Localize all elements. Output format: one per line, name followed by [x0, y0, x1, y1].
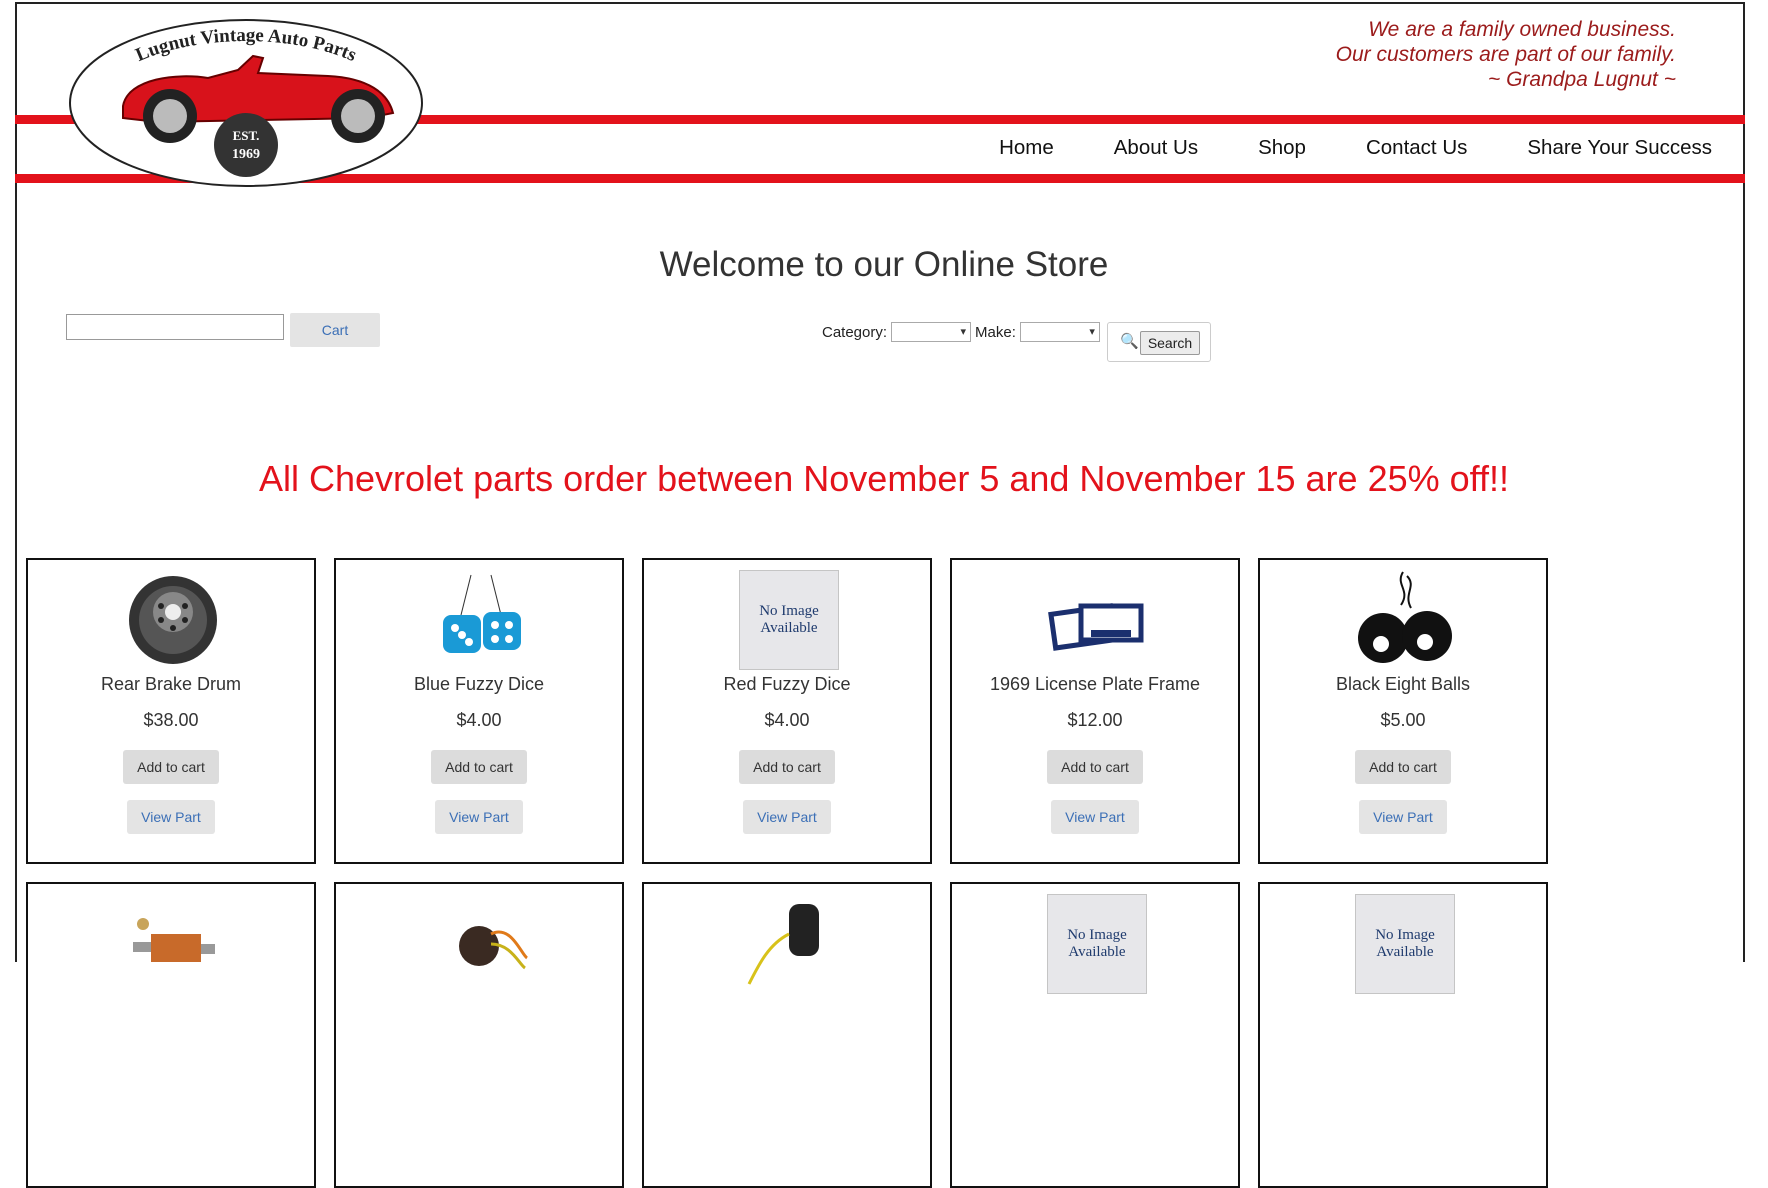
- view-part-button[interactable]: View Part: [127, 800, 215, 834]
- product-card: No Image Available Red Fuzzy Dice $4.00 …: [642, 558, 932, 864]
- add-to-cart-button[interactable]: Add to cart: [123, 750, 219, 784]
- quote-line-2: Our customers are part of our family.: [1335, 43, 1676, 66]
- product-card: 1969 License Plate Frame $12.00 Add to c…: [950, 558, 1240, 864]
- switch-image[interactable]: [123, 894, 223, 994]
- product-name[interactable]: Red Fuzzy Dice: [644, 674, 930, 695]
- svg-text:EST.: EST.: [233, 128, 260, 143]
- nav-home[interactable]: Home: [999, 136, 1054, 160]
- page-title: Welcome to our Online Store: [659, 245, 1109, 284]
- product-price: $5.00: [1380, 710, 1426, 730]
- make-select[interactable]: [1019, 322, 1100, 342]
- promo-banner: All Chevrolet parts order between Novemb…: [259, 458, 1509, 499]
- fuzzy-dice-image[interactable]: [431, 570, 531, 670]
- eight-balls-image[interactable]: [1355, 570, 1455, 670]
- add-to-cart-button[interactable]: Add to cart: [739, 750, 835, 784]
- product-name[interactable]: Black Eight Balls: [1260, 674, 1546, 695]
- quote-line-3: ~ Grandpa Lugnut ~: [1488, 68, 1676, 91]
- product-card: Blue Fuzzy Dice $4.00 Add to cart View P…: [334, 558, 624, 864]
- product-card: [334, 882, 624, 1188]
- product-card: No Image Available: [950, 882, 1240, 1188]
- filters: Category: Make:: [822, 322, 1104, 342]
- nav-contact-us[interactable]: Contact Us: [1366, 136, 1467, 160]
- category-select[interactable]: [891, 322, 972, 342]
- svg-text:1969: 1969: [232, 147, 260, 162]
- view-part-button[interactable]: View Part: [435, 800, 523, 834]
- add-to-cart-button[interactable]: Add to cart: [431, 750, 527, 784]
- category-label: Category:: [822, 323, 888, 341]
- product-card: [26, 882, 316, 1188]
- motor-image[interactable]: [739, 894, 839, 994]
- view-part-button[interactable]: View Part: [1359, 800, 1447, 834]
- nav-about-us[interactable]: About Us: [1114, 136, 1198, 160]
- product-price: $4.00: [764, 710, 810, 730]
- product-card: No Image Available: [1258, 882, 1548, 1188]
- cart-button[interactable]: Cart: [290, 313, 380, 347]
- family-quote: We are a family owned business. Our cust…: [1336, 17, 1676, 92]
- product-name[interactable]: 1969 License Plate Frame: [952, 674, 1238, 695]
- view-part-button[interactable]: View Part: [1051, 800, 1139, 834]
- nav-shop[interactable]: Shop: [1258, 136, 1306, 160]
- product-name[interactable]: Rear Brake Drum: [28, 674, 314, 695]
- product-price: $4.00: [456, 710, 502, 730]
- search-icon: 🔍: [1120, 333, 1139, 350]
- no-image-placeholder[interactable]: No Image Available: [739, 570, 839, 670]
- product-card: [642, 882, 932, 1188]
- make-label: Make:: [975, 323, 1016, 341]
- brake-drum-image[interactable]: [123, 570, 223, 670]
- search-box: 🔍 Search: [1107, 322, 1211, 362]
- add-to-cart-button[interactable]: Add to cart: [1355, 750, 1451, 784]
- main-nav: Home About Us Shop Contact Us Share Your…: [939, 136, 1712, 160]
- product-name[interactable]: Blue Fuzzy Dice: [336, 674, 622, 695]
- logo[interactable]: Lugnut Vintage Auto Parts EST. 1969: [68, 18, 424, 188]
- view-part-button[interactable]: View Part: [743, 800, 831, 834]
- established-badge: EST. 1969: [214, 113, 278, 177]
- product-card: Black Eight Balls $5.00 Add to cart View…: [1258, 558, 1548, 864]
- wiring-harness-image[interactable]: [431, 894, 531, 994]
- license-plate-frame-image[interactable]: [1047, 570, 1147, 670]
- no-image-placeholder[interactable]: No Image Available: [1355, 894, 1455, 994]
- nav-share-your-success[interactable]: Share Your Success: [1527, 136, 1712, 160]
- cart-input[interactable]: [66, 314, 284, 340]
- product-price: $12.00: [1067, 710, 1123, 730]
- quote-line-1: We are a family owned business.: [1368, 18, 1676, 41]
- product-card: Rear Brake Drum $38.00 Add to cart View …: [26, 558, 316, 864]
- search-button[interactable]: Search: [1140, 331, 1200, 355]
- product-price: $38.00: [143, 710, 199, 730]
- no-image-placeholder[interactable]: No Image Available: [1047, 894, 1147, 994]
- add-to-cart-button[interactable]: Add to cart: [1047, 750, 1143, 784]
